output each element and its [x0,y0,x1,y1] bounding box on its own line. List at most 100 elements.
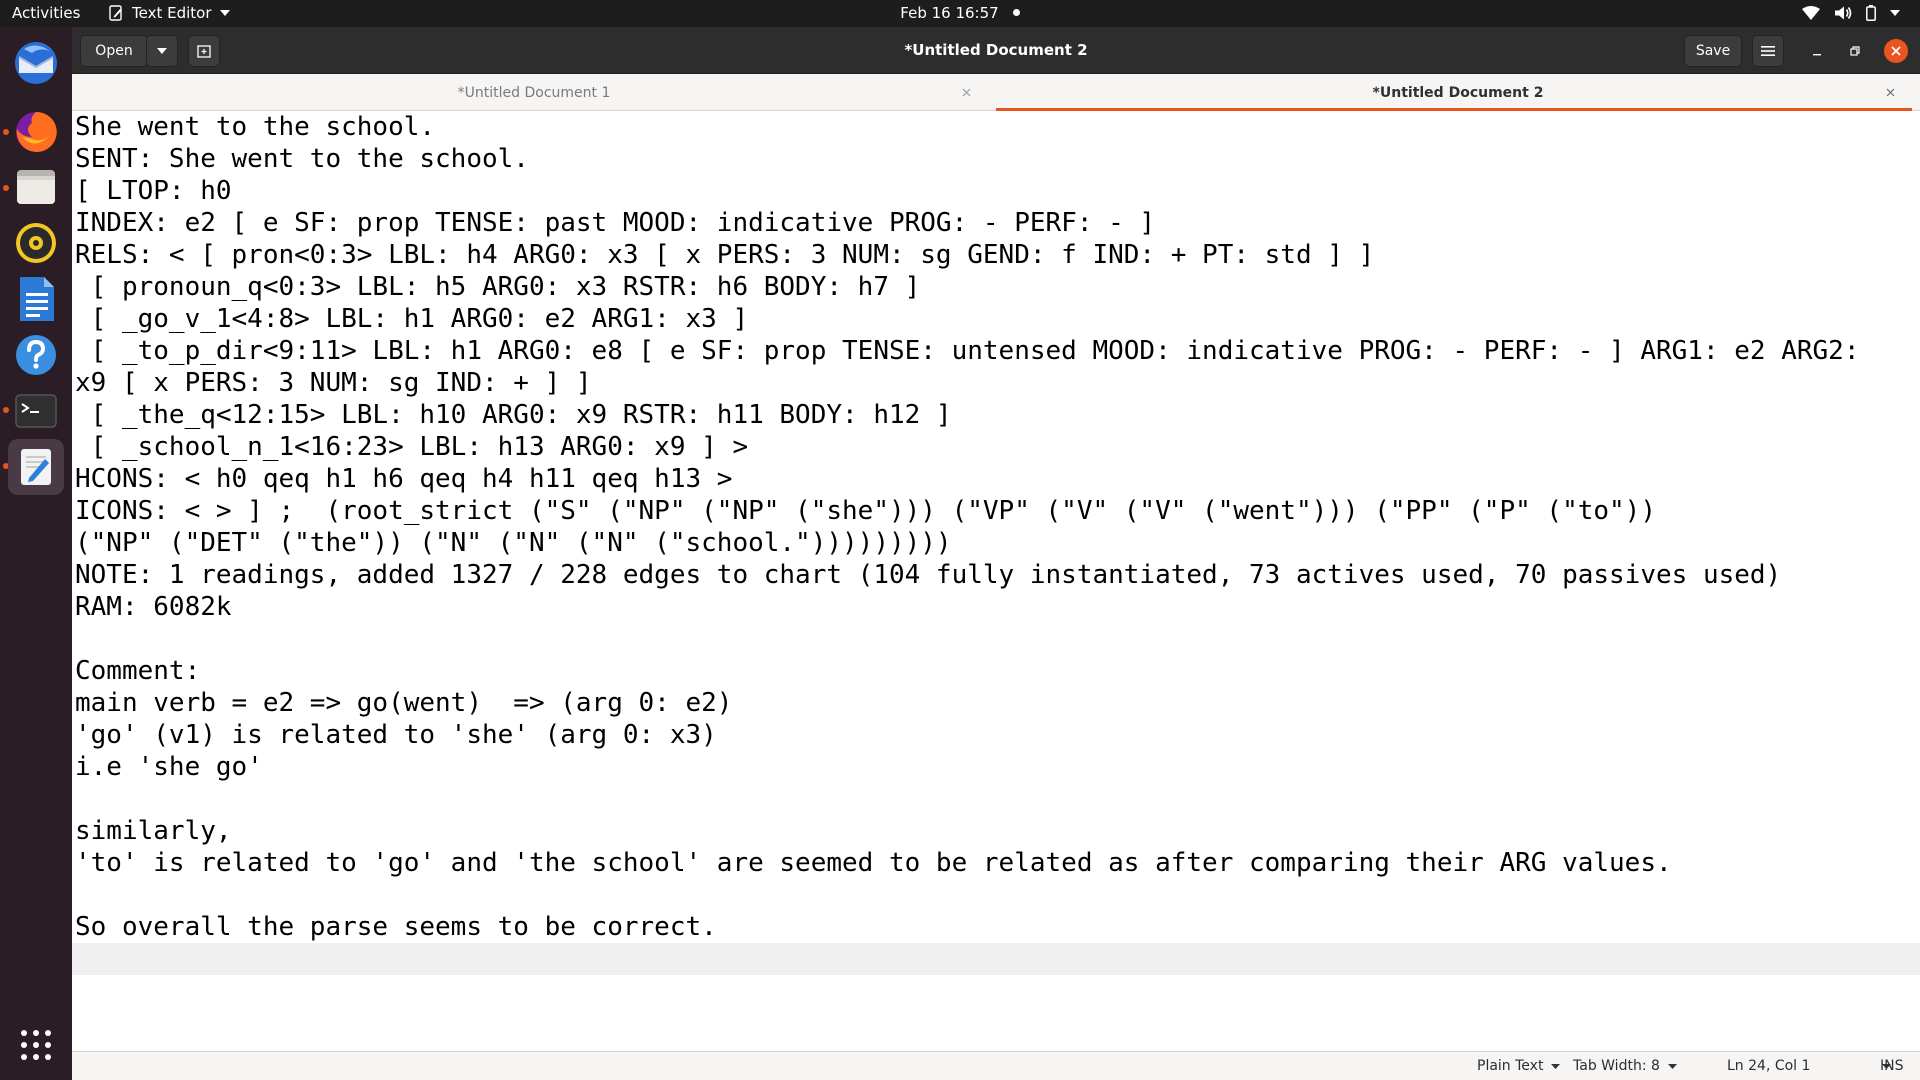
editor-line: HCONS: < h0 qeq h1 h6 qeq h4 h11 qeq h13… [75,464,733,494]
firefox-icon [16,111,57,152]
header-bar: Open *Untitled Document 2 Save [72,27,1920,74]
dock-item-thunderbird[interactable] [8,35,64,91]
new-document-icon [197,45,211,58]
window-title: *Untitled Document 2 [904,41,1088,59]
maximize-button[interactable] [1843,39,1867,63]
close-icon [1886,88,1894,96]
files-icon [17,170,55,204]
chevron-down-icon [1667,1063,1677,1069]
tab-untitled-document-1[interactable]: *Untitled Document 1 [72,74,996,111]
editor-line: INDEX: e2 [ e SF: prop TENSE: past MOOD:… [75,208,1156,238]
dock-item-files[interactable] [8,159,64,215]
editor-line: RAM: 6082k [75,592,232,622]
hamburger-menu-icon [1761,46,1775,56]
wifi-icon [1802,6,1820,20]
notification-dot-icon [1012,9,1020,16]
tab-label: *Untitled Document 1 [457,84,611,101]
battery-icon [1866,5,1876,21]
dock [0,27,72,1080]
minimize-icon [1813,54,1821,56]
editor-line: She went to the school. [75,112,436,142]
app-menu[interactable]: Text Editor [108,4,230,22]
editor-line: NOTE: 1 readings, added 1327 / 228 edges… [75,560,1782,590]
writer-icon [20,277,54,321]
app-menu-label: Text Editor [132,4,212,22]
system-tray[interactable] [1802,5,1900,21]
insert-mode-indicator: INS [1880,1058,1904,1074]
open-menu-button[interactable] [146,35,178,67]
editor-current-line [72,943,1920,975]
editor-line: 'go' (v1) is related to 'she' (arg 0: x3… [75,720,717,750]
tab-close-button[interactable] [958,84,974,100]
dock-item-rhythmbox[interactable] [8,215,64,271]
cursor-position-selector[interactable]: Ln 24, Col 1 [1727,1058,1892,1074]
restore-icon [1850,46,1860,56]
window-title-container: *Untitled Document 2 [72,41,1920,59]
minimize-button[interactable] [1805,39,1829,63]
editor-line: [ LTOP: h0 [75,176,232,206]
chevron-down-icon [1551,1063,1561,1069]
status-bar: Plain Text Tab Width: 8 Ln 24, Col 1 INS [72,1051,1920,1080]
insert-mode-label: INS [1880,1058,1904,1074]
clock[interactable]: Feb 16 16:57 [900,4,1020,22]
app-grid-icon [21,1030,51,1060]
help-icon [16,335,56,375]
close-icon [1891,46,1901,56]
editor-line: ("NP" ("DET" ("the")) ("N" ("N" ("N" ("s… [75,528,952,558]
editor-line: RELS: < [ pron<0:3> LBL: h4 ARG0: x3 [ x… [75,240,1375,270]
language-label: Plain Text [1477,1058,1544,1074]
tab-close-button[interactable] [1882,84,1898,100]
save-button-label: Save [1695,43,1731,59]
editor-line: 'to' is related to 'go' and 'the school'… [75,848,1672,878]
show-applications-button[interactable] [8,1017,64,1073]
chevron-down-icon [219,10,230,16]
volume-icon [1835,6,1852,20]
cursor-position-label: Ln 24, Col 1 [1727,1058,1811,1074]
editor-line: SENT: She went to the school. [75,144,529,174]
editor-line: i.e 'she go' [75,752,263,782]
save-button[interactable]: Save [1684,35,1742,67]
editor-line: Comment: [75,656,201,686]
editor-line: [ pronoun_q<0:3> LBL: h5 ARG0: x3 RSTR: … [75,272,921,302]
rhythmbox-icon [16,223,56,263]
editor-line: x9 [ x PERS: 3 NUM: sg IND: + ] ] [75,368,592,398]
thunderbird-icon [15,42,57,84]
editor-lines: She went to the school. SENT: She went to… [72,111,1920,975]
chevron-down-icon [157,48,167,54]
open-button-label: Open [95,43,133,59]
clock-container: Feb 16 16:57 [0,4,1920,22]
close-icon [962,88,970,96]
main-menu-button[interactable] [1752,35,1784,67]
text-editor-small-icon [109,5,122,21]
editor-line: [ _school_n_1<16:23> LBL: h13 ARG0: x9 ]… [75,432,749,462]
dock-item-writer[interactable] [8,271,64,327]
text-editor-icon [21,449,51,485]
editor-line: [ _to_p_dir<9:11> LBL: h1 ARG0: e8 [ e S… [75,336,1860,366]
tab-untitled-document-2[interactable]: *Untitled Document 2 [996,74,1920,111]
editor-line: [ _go_v_1<4:8> LBL: h1 ARG0: e2 ARG1: x3… [75,304,749,334]
dock-item-firefox[interactable] [8,103,64,159]
system-menu-chevron-icon [1890,10,1900,16]
activities-button[interactable]: Activities [12,4,80,22]
editor-line: So overall the parse seems to be correct… [75,912,717,942]
language-selector[interactable]: Plain Text [1477,1058,1561,1074]
text-editor-area[interactable]: She went to the school. SENT: She went to… [72,111,1920,1051]
editor-line: [ _the_q<12:15> LBL: h10 ARG0: x9 RSTR: … [75,400,952,430]
dock-item-terminal[interactable] [8,383,64,439]
tab-width-selector[interactable]: Tab Width: 8 [1573,1058,1677,1074]
clock-label: Feb 16 16:57 [900,4,999,22]
dock-item-help[interactable] [8,327,64,383]
open-button[interactable]: Open [80,35,148,67]
top-bar: Activities Text Editor Feb 16 16:57 [0,0,1920,27]
dock-item-text-editor[interactable] [8,439,64,495]
tab-width-label: Tab Width: 8 [1573,1058,1660,1074]
editor-line: main verb = e2 => go(went) => (arg 0: e2… [75,688,733,718]
new-tab-button[interactable] [188,35,220,67]
close-button[interactable] [1884,39,1908,63]
editor-line: ICONS: < > ] ; (root_strict ("S" ("NP" (… [75,496,1656,526]
terminal-icon [15,394,57,428]
tab-bar: *Untitled Document 1 *Untitled Document … [72,74,1920,111]
